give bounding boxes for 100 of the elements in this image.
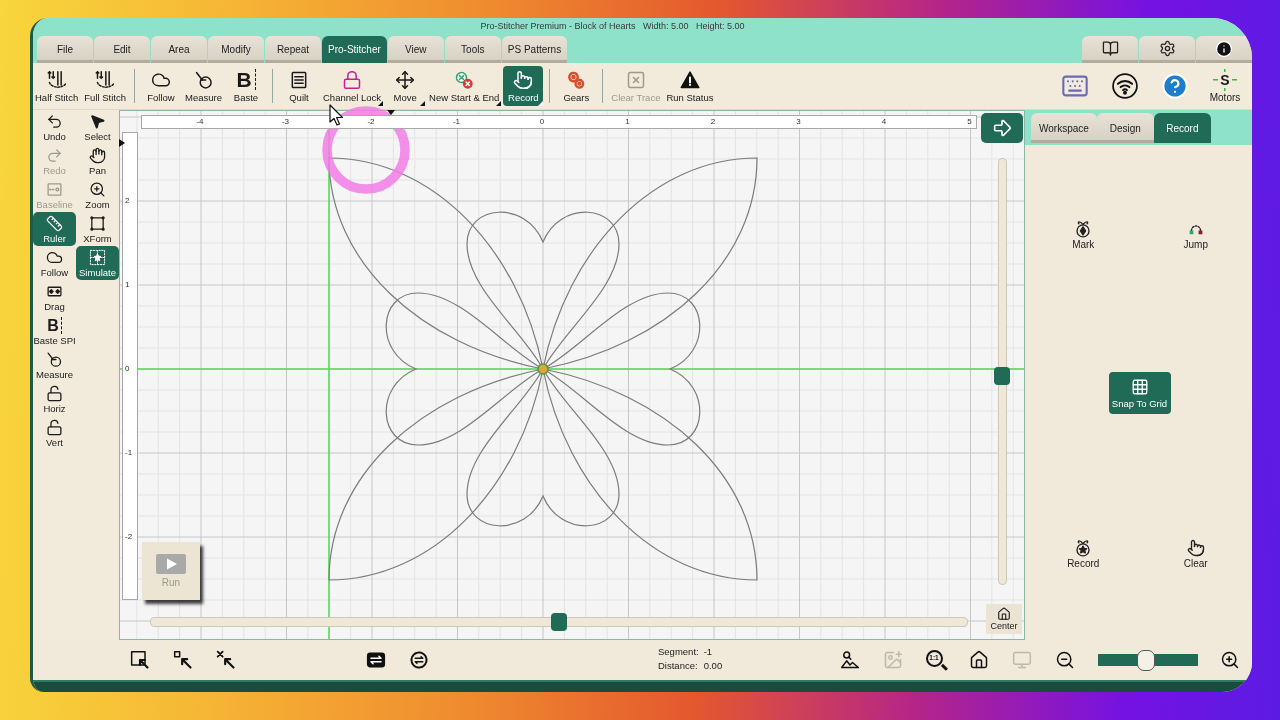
ruler-label: 5 bbox=[967, 117, 972, 127]
ruler-label: -1 bbox=[452, 117, 461, 127]
pointer-arrow-icon bbox=[89, 112, 106, 130]
panel-tab[interactable]: Record bbox=[1153, 113, 1211, 143]
zoom-in-icon bbox=[1220, 650, 1240, 670]
ruler-button[interactable]: Ruler bbox=[33, 212, 76, 246]
baseline-icon bbox=[46, 180, 63, 198]
new-start-end-button[interactable]: New Start & End bbox=[427, 66, 502, 106]
measure-button[interactable]: Measure bbox=[183, 66, 224, 106]
baste-button[interactable]: B Baste bbox=[226, 66, 266, 106]
quilt-button[interactable]: Quilt bbox=[279, 66, 319, 106]
panel-tab[interactable]: Design bbox=[1096, 113, 1154, 143]
transform-box-icon bbox=[89, 214, 106, 232]
box-select-button[interactable] bbox=[128, 648, 152, 672]
readout-value: -1 bbox=[703, 645, 714, 657]
center-button[interactable]: Center bbox=[986, 604, 1022, 634]
gears-button[interactable]: Gears bbox=[556, 66, 597, 106]
slider-thumb[interactable] bbox=[551, 613, 567, 631]
menu-tab[interactable]: Pro-Stitcher bbox=[322, 36, 387, 63]
center-point-icon bbox=[537, 363, 549, 375]
manual-tab[interactable] bbox=[1082, 36, 1138, 63]
zoom-in-icon bbox=[89, 180, 106, 198]
ruler-label: -2 bbox=[367, 117, 375, 127]
menu-tab[interactable]: PS Patterns bbox=[501, 36, 568, 63]
menu-tab[interactable]: Repeat bbox=[265, 36, 321, 63]
move-button[interactable]: Move bbox=[385, 66, 426, 106]
zoom-out-icon bbox=[1055, 650, 1075, 670]
menu-tab[interactable]: Edit bbox=[94, 36, 150, 63]
measure-button[interactable]: Measure bbox=[33, 348, 76, 382]
ruler-label: 0 bbox=[125, 364, 130, 374]
slider-thumb[interactable] bbox=[994, 366, 1010, 385]
wifi-icon bbox=[1112, 73, 1138, 99]
help-icon bbox=[1161, 72, 1189, 100]
snap-to-grid-button[interactable]: Snap To Grid bbox=[1108, 372, 1171, 414]
menu-tab[interactable]: View bbox=[387, 36, 444, 63]
channel-lock-button[interactable]: Channel Lock bbox=[321, 66, 384, 106]
needle-icon bbox=[95, 70, 116, 90]
menu-tab[interactable]: Area bbox=[151, 36, 207, 63]
ruler-label: 2 bbox=[710, 117, 716, 127]
ruler-label: 1 bbox=[625, 117, 630, 127]
follow-button[interactable]: Follow bbox=[33, 246, 76, 280]
menu-tab[interactable]: File bbox=[37, 36, 93, 63]
ruler-label: 1 bbox=[125, 280, 130, 290]
panel-tab[interactable]: Workspace bbox=[1031, 113, 1097, 143]
horiz-button[interactable]: Horiz bbox=[33, 382, 76, 416]
motors-button[interactable]: S Motors bbox=[1200, 66, 1250, 106]
x-arrow-icon bbox=[216, 650, 236, 670]
point-select-button[interactable] bbox=[171, 648, 195, 672]
medallion-diamond-icon bbox=[1074, 220, 1093, 238]
zoom-button[interactable]: Zoom bbox=[76, 178, 119, 212]
grid-icon bbox=[1130, 377, 1149, 396]
right-arrow-icon bbox=[991, 117, 1013, 139]
jump-button[interactable]: Jump bbox=[1181, 219, 1210, 251]
baste-spi-button[interactable]: B Baste SPI bbox=[33, 314, 76, 348]
vert-button[interactable]: Vert bbox=[33, 416, 76, 450]
menu-tab[interactable]: Modify bbox=[208, 36, 264, 63]
monitor-icon bbox=[1012, 650, 1032, 670]
pointer-hand-icon bbox=[513, 70, 534, 90]
deselect-button[interactable] bbox=[214, 648, 238, 672]
home-icon bbox=[969, 650, 989, 670]
info-icon bbox=[1215, 39, 1233, 58]
simulate-button[interactable]: Simulate bbox=[76, 246, 119, 280]
half-stitch-button[interactable]: Half Stitch bbox=[33, 66, 81, 106]
record-button[interactable]: Record bbox=[1065, 538, 1102, 570]
clear-button[interactable]: Clear bbox=[1181, 538, 1210, 570]
settings-tab[interactable] bbox=[1139, 36, 1195, 63]
undo-icon bbox=[46, 112, 63, 130]
readout-label: Segment: bbox=[658, 645, 699, 657]
ruler-icon bbox=[46, 214, 63, 232]
full-stitch-button[interactable]: Full Stitch bbox=[82, 66, 128, 106]
warning-icon bbox=[679, 70, 700, 90]
square-arrow-icon bbox=[173, 650, 193, 670]
slider-thumb[interactable] bbox=[1137, 649, 1156, 671]
ruler-label: 4 bbox=[881, 117, 887, 127]
xform-button[interactable]: XForm bbox=[76, 212, 119, 246]
redo-icon bbox=[46, 146, 63, 164]
panel-toggle-button[interactable] bbox=[981, 113, 1023, 143]
box-arrow-icon bbox=[130, 650, 150, 670]
undo-button[interactable]: Undo bbox=[33, 110, 76, 144]
tape-measure-icon bbox=[193, 70, 214, 90]
gears-icon bbox=[566, 70, 587, 90]
run-status-button[interactable]: Run Status bbox=[664, 66, 716, 106]
horizontal-slider-track[interactable] bbox=[150, 613, 968, 631]
mark-button[interactable]: Mark bbox=[1070, 219, 1097, 251]
pan-button[interactable]: Pan bbox=[76, 144, 119, 178]
record-button[interactable]: Record bbox=[503, 66, 544, 106]
select-button[interactable]: Select bbox=[76, 110, 119, 144]
unlocked-padlock-icon bbox=[46, 384, 63, 402]
follow-button[interactable]: Follow bbox=[141, 66, 181, 106]
ruler-label: -3 bbox=[281, 117, 290, 127]
drag-button[interactable]: Drag bbox=[33, 280, 76, 314]
menu-tab[interactable]: Tools bbox=[444, 36, 501, 63]
home-icon bbox=[997, 607, 1011, 621]
vertical-slider-track[interactable] bbox=[994, 158, 1010, 585]
ruler-label: -4 bbox=[196, 117, 204, 127]
ruler-label: 0 bbox=[539, 117, 545, 127]
arrows-panel-icon bbox=[366, 650, 386, 670]
readout-value: 0.00 bbox=[703, 659, 723, 671]
needle-icon bbox=[46, 70, 67, 90]
info-tab[interactable] bbox=[1196, 36, 1252, 63]
